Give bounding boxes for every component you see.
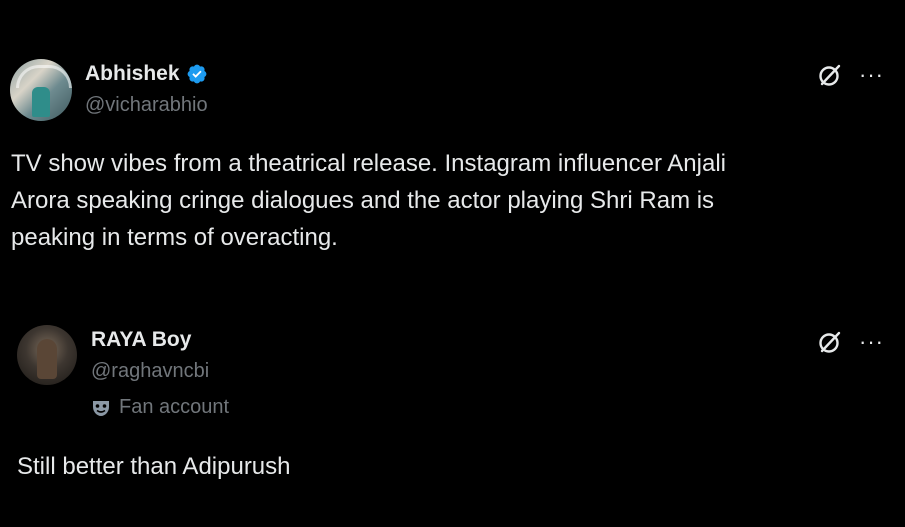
tweet-raya-boy[interactable]: RAYA Boy @raghavncbi Fan account ··· Sti… xyxy=(0,300,905,527)
avatar-raya-boy[interactable] xyxy=(17,325,77,385)
avatar-abhishek[interactable] xyxy=(10,59,72,121)
tweet-actions: ··· xyxy=(817,329,884,355)
grok-icon[interactable] xyxy=(817,62,843,88)
author-handle[interactable]: @vicharabhio xyxy=(85,94,208,117)
tweet-text-line: peaking in terms of overacting. xyxy=(11,224,338,251)
tweet-text-line: TV show vibes from a theatrical release.… xyxy=(11,150,726,177)
tweet-text: TV show vibes from a theatrical release.… xyxy=(11,145,891,256)
author-handle[interactable]: @raghavncbi xyxy=(91,360,209,383)
fan-mask-icon xyxy=(93,400,109,416)
verified-badge-icon xyxy=(187,64,206,84)
author-row: Abhishek xyxy=(85,62,208,86)
avatar-figure-shape xyxy=(32,87,50,117)
grok-icon[interactable] xyxy=(817,329,843,355)
tweet-abhishek[interactable]: Abhishek @vicharabhio ··· TV show vibes … xyxy=(0,0,905,300)
fan-account-text: Fan account xyxy=(119,396,230,418)
author-row: RAYA Boy xyxy=(91,328,191,352)
more-icon[interactable]: ··· xyxy=(859,64,884,86)
tweet-actions: ··· xyxy=(817,62,884,88)
avatar-arch-shape xyxy=(16,65,72,88)
more-icon[interactable]: ··· xyxy=(859,331,884,353)
fan-account-label: Fan account xyxy=(91,396,229,419)
tweet-text: Still better than Adipurush xyxy=(17,453,291,480)
avatar-figure-shape xyxy=(37,339,57,379)
author-name[interactable]: Abhishek xyxy=(85,62,180,86)
tweet-text-line: Arora speaking cringe dialogues and the … xyxy=(11,187,715,214)
author-name[interactable]: RAYA Boy xyxy=(91,328,191,352)
